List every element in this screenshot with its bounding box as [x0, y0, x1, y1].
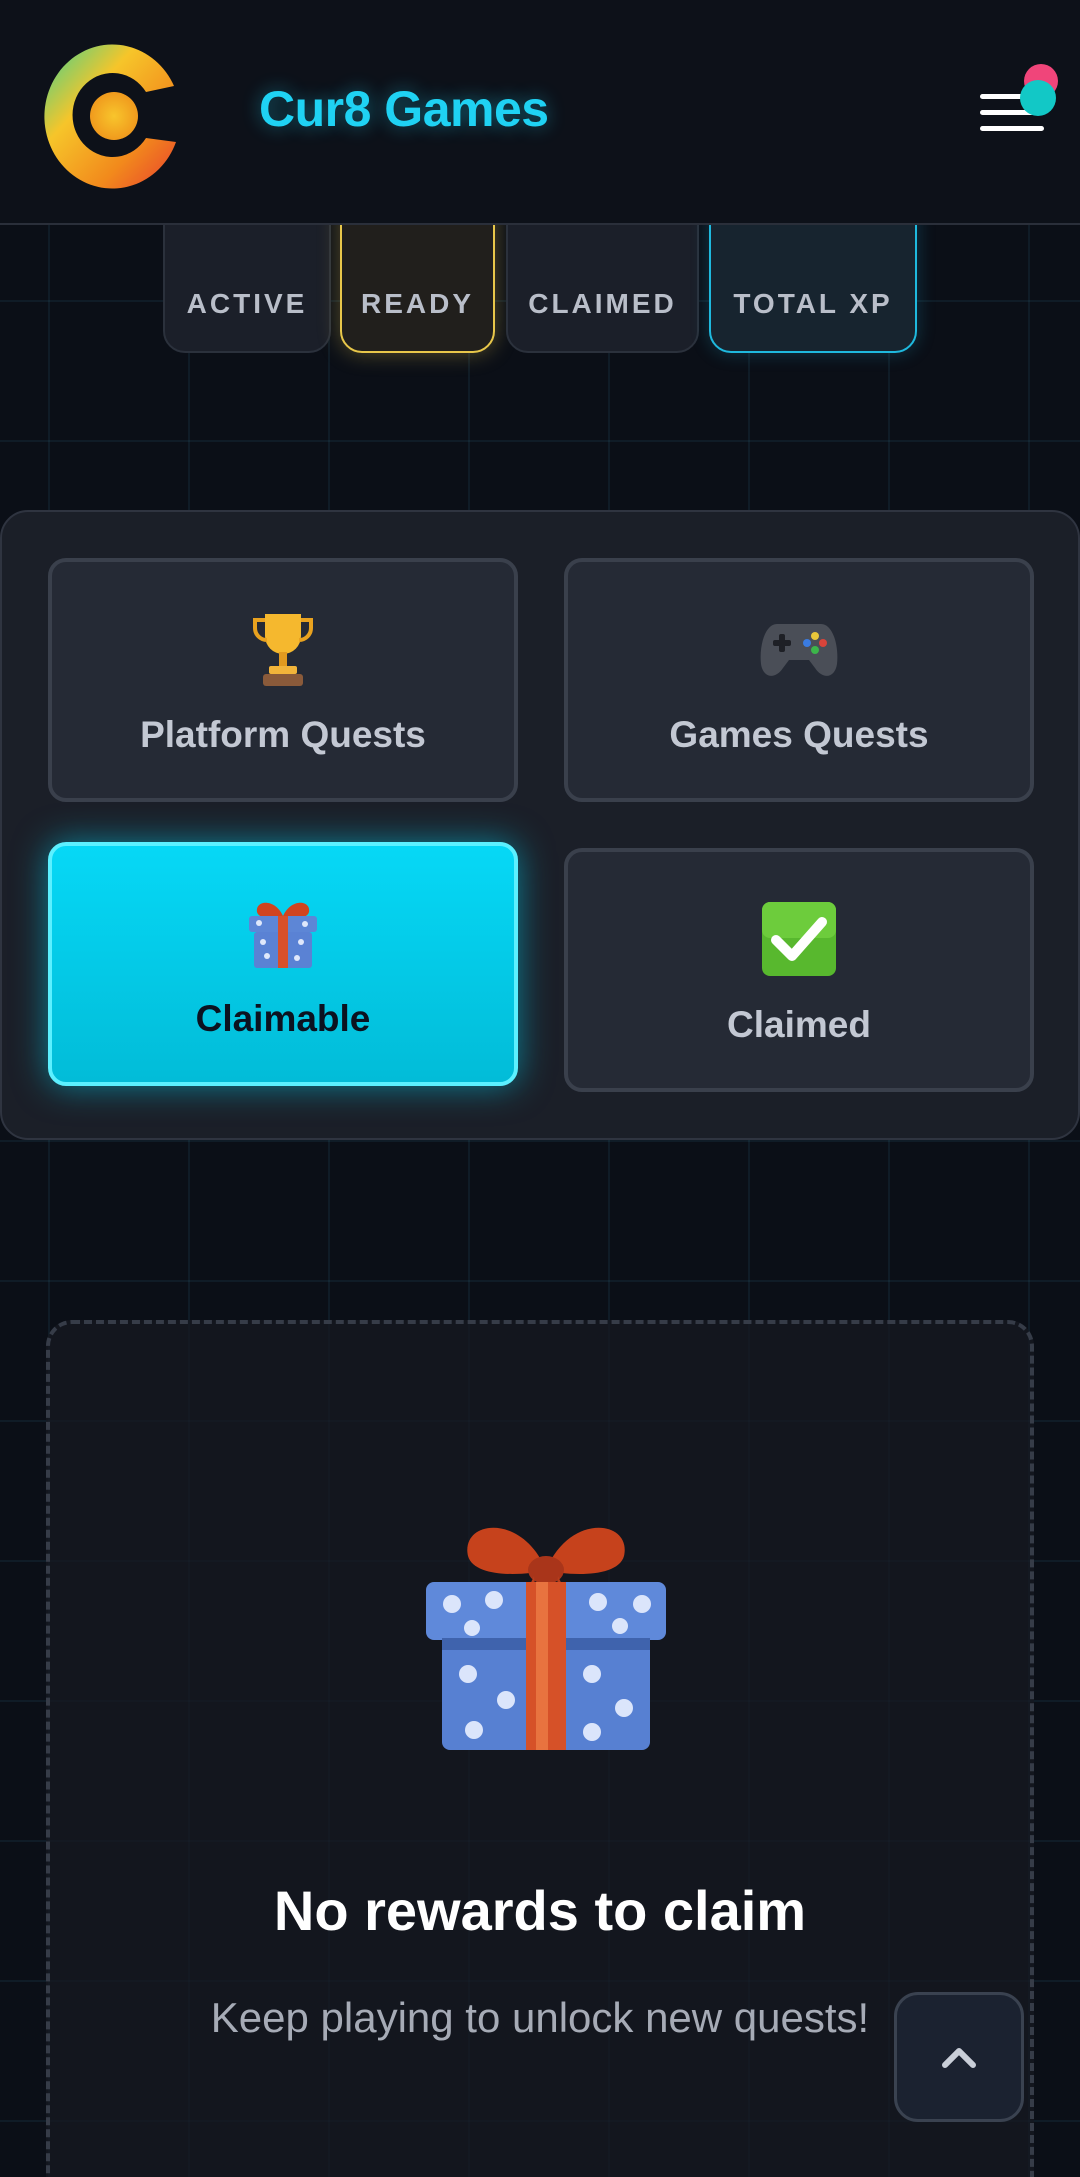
tab-games-quests[interactable]: Games Quests	[564, 558, 1034, 802]
check-box-icon	[568, 900, 1030, 978]
chevron-up-icon	[942, 2048, 976, 2068]
brand-title: Cur8 Games	[259, 81, 549, 137]
gamepad-icon	[568, 610, 1030, 688]
tab-claimed-label: Claimed	[727, 1004, 871, 1045]
menu-button[interactable]	[972, 64, 1062, 144]
stat-ready-label: READY	[360, 288, 474, 319]
app-header: Cur8 Games	[0, 0, 1080, 225]
empty-state: No rewards to claim Keep playing to unlo…	[46, 1320, 1034, 2177]
tab-claimable-label: Claimable	[195, 998, 371, 1039]
stat-claimed-label: CLAIMED	[528, 288, 677, 319]
tab-platform-quests[interactable]: Platform Quests	[48, 558, 518, 802]
scroll-to-top-button[interactable]	[894, 1992, 1024, 2122]
status-dot	[1020, 80, 1056, 116]
cur8-logo-icon[interactable]	[34, 34, 188, 194]
stat-total-xp-label: TOTAL XP	[733, 288, 893, 319]
quests-page: 50 ACTIVE 0 READY 10 CLAIMED 1805 TOTAL …	[0, 0, 1080, 2177]
hamburger-menu-icon-bar	[980, 126, 1044, 131]
tab-games-quests-label: Games Quests	[669, 714, 929, 755]
gift-icon	[426, 1527, 666, 1750]
quest-filter-panel: Platform Quests Games Quests Claimable C…	[0, 510, 1080, 1140]
gift-icon	[52, 894, 514, 972]
empty-state-subtitle: Keep playing to unlock new quests!	[210, 1994, 870, 2041]
tab-claimed[interactable]: Claimed	[564, 848, 1034, 1092]
stat-active-label: ACTIVE	[186, 288, 308, 319]
tab-claimable[interactable]: Claimable	[48, 842, 518, 1086]
empty-state-title: No rewards to claim	[273, 1879, 807, 1942]
trophy-icon	[52, 610, 514, 688]
tab-platform-quests-label: Platform Quests	[140, 714, 426, 755]
